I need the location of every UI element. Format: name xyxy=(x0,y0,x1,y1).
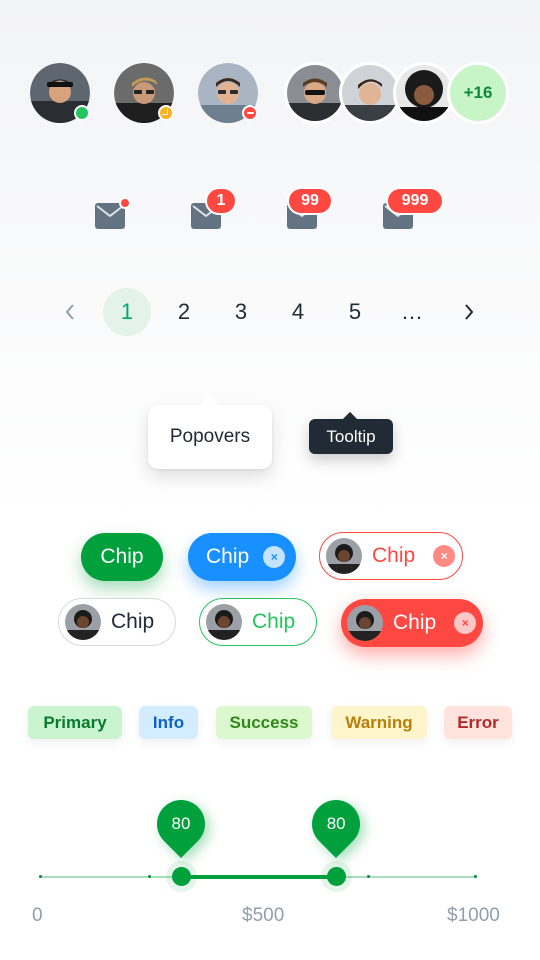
label-success: Success xyxy=(216,706,312,739)
slider-thumb-low[interactable] xyxy=(171,867,191,886)
slider-value-label-low: 80 xyxy=(147,790,215,858)
pagination-ellipsis: … xyxy=(401,299,423,324)
avatar-image xyxy=(396,65,452,121)
chip-avatar xyxy=(65,604,101,640)
group-avatar-3[interactable] xyxy=(393,62,455,124)
chip-avatar xyxy=(326,538,362,574)
chip-label: Chip xyxy=(111,610,155,633)
chevron-right-icon xyxy=(465,304,474,320)
avatar-image xyxy=(287,65,343,121)
chip-filled-red[interactable]: Chip × xyxy=(341,599,483,647)
group-more-label: +16 xyxy=(463,83,493,102)
chip-label: Chip xyxy=(252,610,296,633)
slider-mark-min: 0 xyxy=(32,905,43,926)
pagination-page-3[interactable]: 3 xyxy=(217,288,265,336)
chip-outlined-green[interactable]: Chip xyxy=(199,598,317,646)
slider-tick xyxy=(367,875,370,878)
chip-avatar xyxy=(206,604,242,640)
slider-value-low: 80 xyxy=(171,814,191,833)
popover: Popovers xyxy=(148,405,272,469)
chip-outlined-red[interactable]: Chip × xyxy=(319,532,463,580)
label-error: Error xyxy=(444,706,512,739)
chip-label: Chip xyxy=(393,611,437,634)
avatar-image xyxy=(342,65,398,121)
badge-dot xyxy=(119,197,131,209)
badge-count-99: 99 xyxy=(287,187,333,215)
close-icon[interactable]: × xyxy=(263,546,286,568)
pagination-page-1[interactable]: 1 xyxy=(103,288,151,336)
label-primary: Primary xyxy=(28,706,122,739)
slider-tick xyxy=(474,875,477,878)
chevron-left-icon xyxy=(65,304,74,320)
chip-outlined-default[interactable]: Chip xyxy=(58,598,176,646)
slider-range xyxy=(181,875,337,879)
pagination-page-4[interactable]: 4 xyxy=(274,288,322,336)
avatar-busy[interactable] xyxy=(198,63,258,123)
label-warning: Warning xyxy=(331,706,427,739)
tooltip: Tooltip xyxy=(309,419,393,454)
chip-label: Chip xyxy=(372,544,416,567)
tooltip-label: Tooltip xyxy=(326,426,376,446)
label-info: Info xyxy=(139,706,198,739)
close-icon[interactable]: × xyxy=(454,612,477,634)
pagination-next-button[interactable] xyxy=(445,288,493,336)
away-status-icon xyxy=(158,105,174,121)
group-avatar-2[interactable] xyxy=(339,62,401,124)
avatar-online[interactable] xyxy=(30,63,90,123)
pagination-prev-button[interactable] xyxy=(46,288,94,336)
chip-label: Chip xyxy=(206,545,250,568)
slider-value-label-high: 80 xyxy=(302,790,371,858)
group-more-count[interactable]: +16 xyxy=(447,62,509,124)
online-status-icon xyxy=(74,105,90,121)
slider-mark-max: $1000 xyxy=(447,905,500,926)
pagination-page-5[interactable]: 5 xyxy=(331,288,379,336)
chip-filled-green[interactable]: Chip xyxy=(81,533,163,581)
slider-tick xyxy=(39,875,42,878)
busy-status-icon xyxy=(242,105,258,121)
slider-mark-mid: $500 xyxy=(242,905,285,926)
chip-filled-blue[interactable]: Chip × xyxy=(188,533,296,581)
slider-tick xyxy=(148,875,151,878)
badge-count-999: 999 xyxy=(386,187,444,215)
group-avatar-1[interactable] xyxy=(284,62,346,124)
close-icon[interactable]: × xyxy=(433,545,456,567)
slider-thumb-high[interactable] xyxy=(326,867,346,886)
avatar-away[interactable] xyxy=(114,63,174,123)
chip-label: Chip xyxy=(100,545,144,568)
pagination-page-2[interactable]: 2 xyxy=(160,288,208,336)
badge-count-1: 1 xyxy=(205,187,237,215)
chip-avatar xyxy=(347,605,383,641)
popover-label: Popovers xyxy=(169,426,251,447)
slider-value-high: 80 xyxy=(326,814,346,833)
